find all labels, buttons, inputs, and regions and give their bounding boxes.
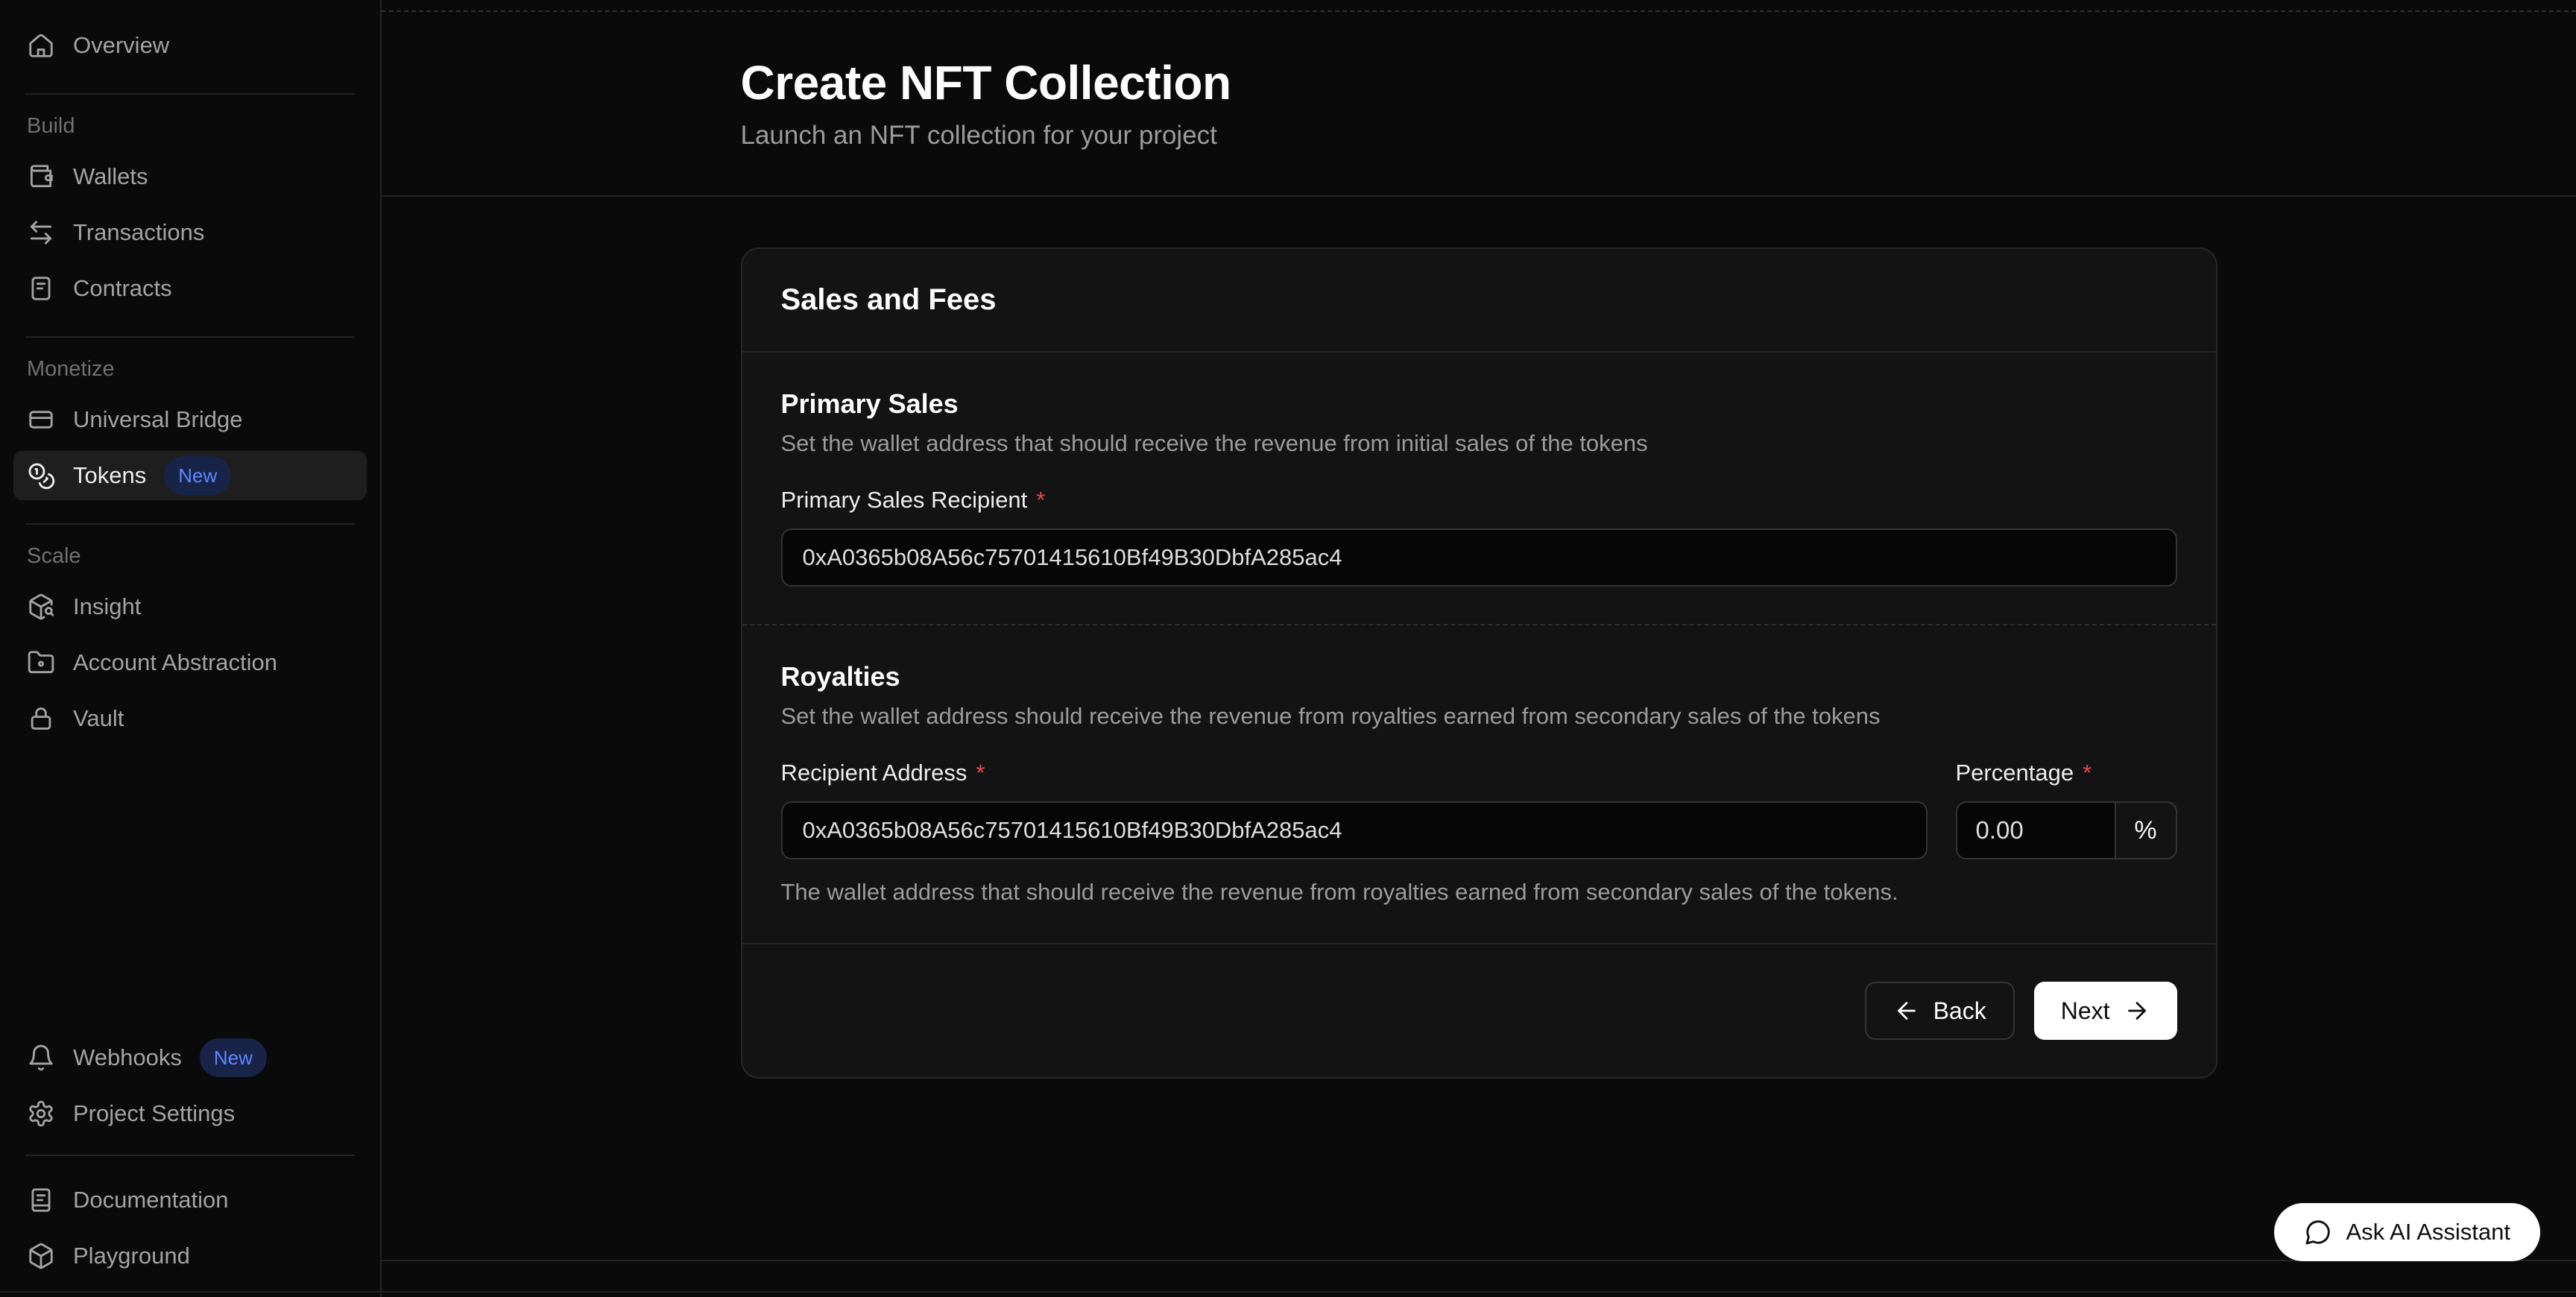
lock-icon (27, 704, 55, 733)
percentage-label: Percentage * (1956, 760, 2177, 786)
sidebar-item-project-settings[interactable]: Project Settings (13, 1089, 367, 1138)
sidebar-item-label: Vault (73, 705, 124, 732)
primary-sales-recipient-input[interactable] (781, 528, 2177, 587)
royalties-helper-text: The wallet address that should receive t… (781, 879, 2177, 906)
card-title: Sales and Fees (781, 283, 2177, 317)
sidebar-item-tokens[interactable]: Tokens New (13, 451, 367, 500)
sidebar-item-insight[interactable]: Insight (13, 582, 367, 631)
bell-icon (27, 1044, 55, 1072)
royalties-heading: Royalties (781, 661, 2177, 692)
bottom-rule (382, 1260, 2576, 1261)
page-bottom-rule (0, 1291, 2576, 1293)
sidebar-item-label: Overview (73, 32, 169, 59)
sidebar-item-label: Project Settings (73, 1100, 235, 1127)
sidebar-item-account-abstraction[interactable]: Account Abstraction (13, 638, 367, 687)
sidebar: Overview Build Wallets Transactions Cont… (0, 0, 382, 1297)
percent-suffix: % (2116, 803, 2176, 858)
gear-icon (27, 1099, 55, 1128)
package-search-icon (27, 593, 55, 621)
page-header: Create NFT Collection Launch an NFT coll… (382, 0, 2576, 197)
page-title: Create NFT Collection (741, 55, 2217, 110)
page-subtitle: Launch an NFT collection for your projec… (741, 121, 2217, 151)
sidebar-item-label: Playground (73, 1243, 190, 1269)
sidebar-divider (25, 523, 355, 525)
sidebar-item-playground[interactable]: Playground (13, 1231, 367, 1281)
sidebar-item-label: Contracts (73, 275, 172, 302)
sidebar-item-vault[interactable]: Vault (13, 694, 367, 743)
folder-dot-icon (27, 648, 55, 677)
sidebar-item-label: Insight (73, 593, 141, 620)
sidebar-item-label: Tokens (73, 462, 146, 489)
contract-icon (27, 274, 55, 303)
sales-and-fees-card: Sales and Fees Primary Sales Set the wal… (741, 247, 2217, 1079)
primary-sales-recipient-label: Primary Sales Recipient * (781, 487, 2177, 514)
bridge-card-icon (27, 405, 55, 434)
sidebar-divider (25, 336, 355, 338)
home-icon (27, 31, 55, 60)
sidebar-item-documentation[interactable]: Documentation (13, 1175, 367, 1225)
sidebar-item-overview[interactable]: Overview (13, 21, 367, 70)
top-dashed-rule (382, 10, 2576, 12)
royalties-description: Set the wallet address should receive th… (781, 703, 2177, 730)
primary-sales-heading: Primary Sales (781, 388, 2177, 420)
sidebar-item-label: Universal Bridge (73, 406, 242, 433)
sidebar-item-contracts[interactable]: Contracts (13, 264, 367, 313)
required-asterisk: * (1036, 487, 1045, 514)
primary-sales-section: Primary Sales Set the wallet address tha… (742, 353, 2216, 624)
cube-icon (27, 1242, 55, 1270)
arrow-right-icon (2124, 997, 2150, 1024)
book-icon (27, 1186, 55, 1214)
percentage-input-group: % (1956, 801, 2177, 859)
card-header: Sales and Fees (742, 249, 2216, 353)
arrow-left-icon (1893, 997, 1920, 1024)
sidebar-item-transactions[interactable]: Transactions (13, 208, 367, 257)
sidebar-section-label-monetize: Monetize (27, 357, 367, 382)
recipient-address-label: Recipient Address * (781, 760, 1928, 786)
sidebar-divider (25, 1155, 355, 1156)
new-badge: New (200, 1038, 267, 1077)
sidebar-item-label: Wallets (73, 163, 148, 190)
sidebar-item-wallets[interactable]: Wallets (13, 152, 367, 201)
sidebar-divider (25, 93, 355, 95)
sidebar-item-webhooks[interactable]: Webhooks New (13, 1033, 367, 1082)
royalties-section: Royalties Set the wallet address should … (742, 625, 2216, 943)
back-button[interactable]: Back (1865, 982, 2015, 1040)
recipient-address-input[interactable] (781, 801, 1928, 859)
coins-icon (27, 461, 55, 490)
sidebar-item-label: Documentation (73, 1187, 229, 1214)
sidebar-item-label: Webhooks (73, 1044, 182, 1071)
ask-ai-assistant-button[interactable]: Ask AI Assistant (2274, 1203, 2540, 1261)
sidebar-item-label: Transactions (73, 219, 204, 246)
new-badge: New (164, 456, 231, 495)
sidebar-bottom-group: Webhooks New Project Settings Documentat… (13, 1033, 367, 1281)
sidebar-item-universal-bridge[interactable]: Universal Bridge (13, 395, 367, 444)
arrows-left-right-icon (27, 218, 55, 247)
required-asterisk: * (2083, 760, 2092, 786)
card-footer: Back Next (742, 944, 2216, 1077)
primary-sales-description: Set the wallet address that should recei… (781, 430, 2177, 457)
required-asterisk: * (976, 760, 985, 786)
chat-bubble-icon (2304, 1218, 2332, 1246)
main-content: Create NFT Collection Launch an NFT coll… (382, 0, 2576, 1297)
wallet-icon (27, 162, 55, 191)
sidebar-section-label-build: Build (27, 114, 367, 139)
percentage-input[interactable] (1957, 803, 2116, 858)
next-button[interactable]: Next (2034, 982, 2177, 1040)
sidebar-section-label-scale: Scale (27, 544, 367, 569)
sidebar-item-label: Account Abstraction (73, 649, 277, 676)
